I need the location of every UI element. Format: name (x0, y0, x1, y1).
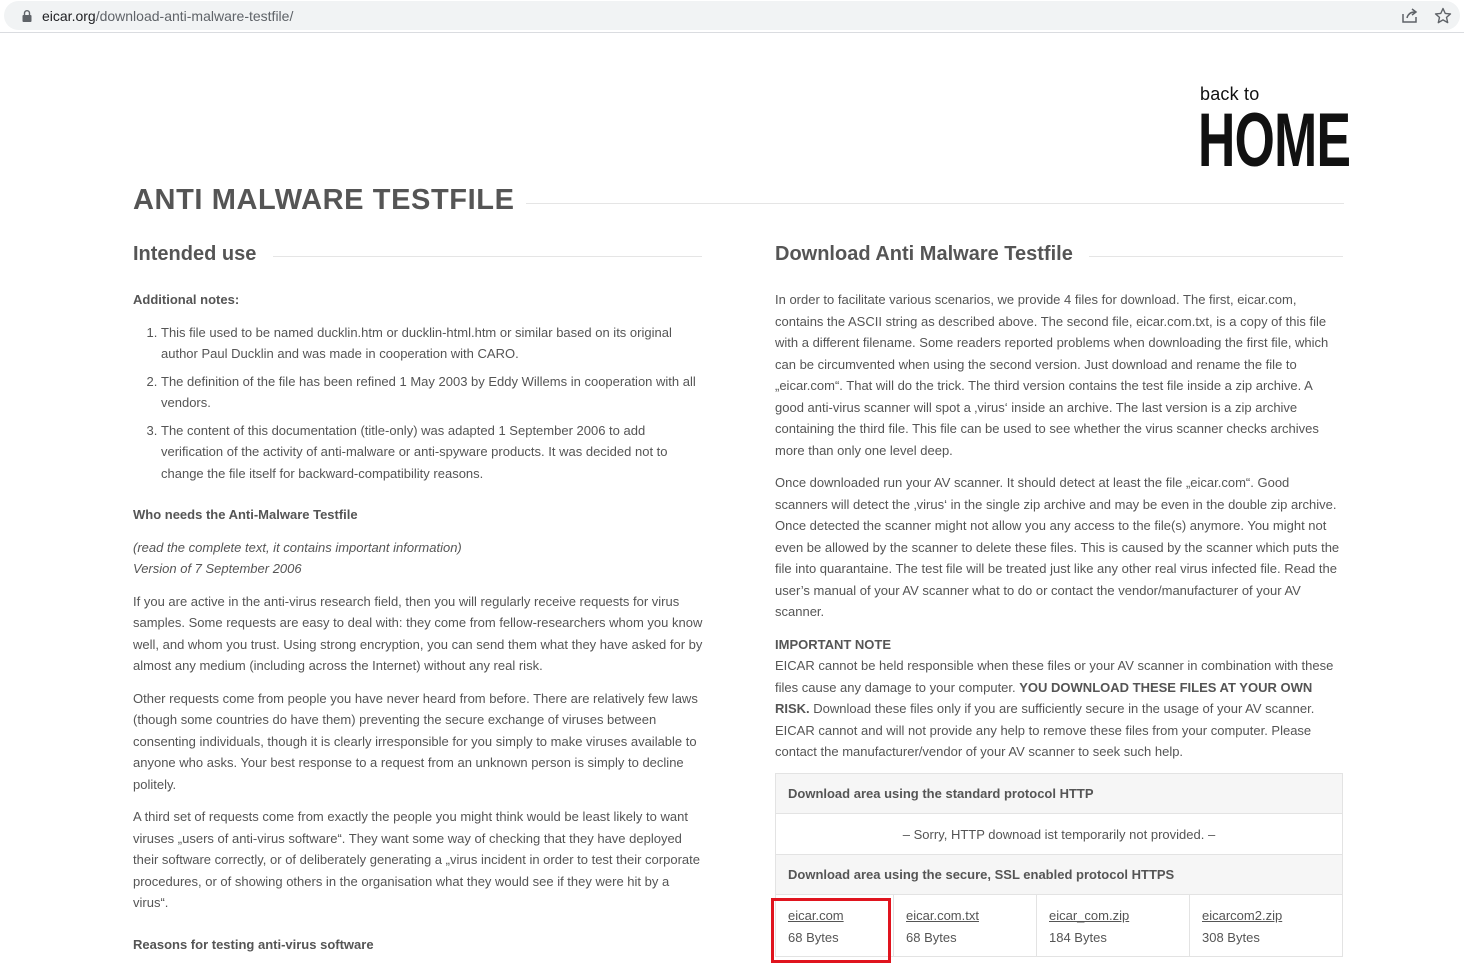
file-cell: eicarcom2.zip 308 Bytes (1189, 894, 1343, 957)
intended-use-heading: Intended use (133, 243, 257, 265)
heading-divider (1089, 256, 1343, 257)
download-link-eicarcom2-zip[interactable]: eicarcom2.zip (1202, 908, 1282, 923)
highlight-box (771, 898, 891, 963)
notes-list: This file used to be named ducklin.htm o… (133, 322, 703, 485)
file-size: 68 Bytes (906, 930, 957, 945)
important-text-b: Download these files only if you are suf… (775, 701, 1315, 759)
omnibox[interactable]: eicar.org/download-anti-malware-testfile… (4, 1, 1460, 30)
additional-notes-label: Additional notes: (133, 292, 240, 307)
download-link-eicar-com-zip[interactable]: eicar_com.zip (1049, 908, 1129, 923)
list-item: The content of this documentation (title… (161, 420, 703, 485)
back-to-home-logo[interactable]: back to HOME (1198, 84, 1351, 184)
url-host: eicar.org (42, 8, 96, 24)
scanner-paragraph: Once downloaded run your AV scanner. It … (775, 475, 1340, 619)
who-needs-heading: Who needs the Anti-Malware Testfile (133, 507, 358, 522)
download-link-eicar-com-txt[interactable]: eicar.com.txt (906, 908, 979, 923)
title-divider (526, 203, 1344, 204)
browser-address-bar: eicar.org/download-anti-malware-testfile… (0, 0, 1464, 33)
reasons-heading: Reasons for testing anti-virus software (133, 936, 374, 952)
download-heading: Download Anti Malware Testfile (775, 243, 1073, 265)
important-note-text: EICAR cannot be held responsible when th… (775, 655, 1343, 763)
download-intro-paragraph: In order to facilitate various scenarios… (775, 292, 1329, 458)
http-area-header: Download area using the standard protoco… (775, 773, 1343, 814)
url-text[interactable]: eicar.org/download-anti-malware-testfile… (42, 8, 293, 24)
important-note-label: IMPORTANT NOTE (775, 636, 892, 652)
page-title: ANTI MALWARE TESTFILE (133, 184, 515, 216)
bookmark-star-icon[interactable] (1434, 7, 1452, 25)
heading-divider (273, 256, 702, 257)
file-cell: eicar.com.txt 68 Bytes (893, 894, 1037, 957)
logo-main-text: HOME (1198, 98, 1351, 183)
file-cell: eicar_com.zip 184 Bytes (1036, 894, 1190, 957)
share-icon[interactable] (1401, 8, 1419, 24)
list-item: The definition of the file has been refi… (161, 371, 703, 414)
file-size: 308 Bytes (1202, 930, 1260, 945)
version-note: Version of 7 September 2006 (133, 561, 302, 576)
file-size: 184 Bytes (1049, 930, 1107, 945)
list-item: This file used to be named ducklin.htm o… (161, 322, 703, 365)
left-column: Additional notes: This file used to be n… (133, 289, 703, 966)
url-path: /download-anti-malware-testfile/ (95, 8, 294, 24)
https-area-header: Download area using the secure, SSL enab… (775, 854, 1343, 895)
http-unavailable-note: – Sorry, HTTP downoad ist temporarily no… (775, 813, 1343, 855)
read-note: (read the complete text, it contains imp… (133, 539, 462, 555)
paragraph: A third set of requests come from exactl… (133, 809, 700, 910)
paragraph: If you are active in the anti-virus rese… (133, 593, 703, 674)
right-column: In order to facilitate various scenarios… (775, 289, 1343, 774)
lock-icon[interactable] (22, 10, 32, 22)
paragraph: Other requests come from people you have… (133, 690, 698, 792)
